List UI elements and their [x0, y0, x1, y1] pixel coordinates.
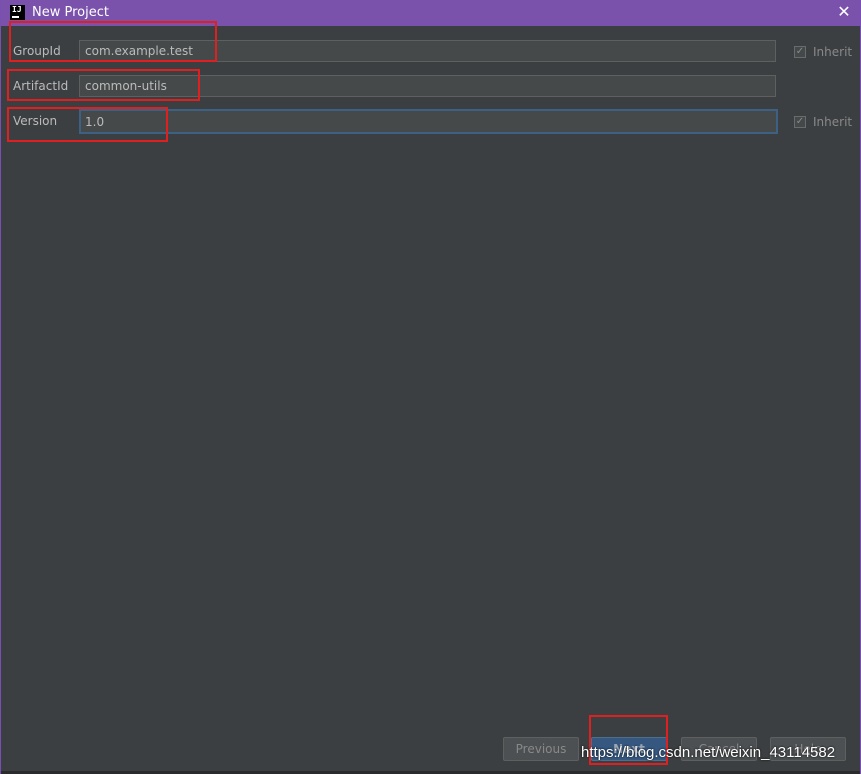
groupid-input[interactable] — [79, 40, 776, 62]
artifactid-label: ArtifactId — [13, 79, 69, 93]
previous-button[interactable]: Previous — [503, 737, 579, 761]
version-label: Version — [13, 114, 58, 128]
next-button[interactable]: Next — [591, 737, 667, 761]
close-icon[interactable]: ✕ — [836, 4, 852, 20]
new-project-dialog: IJ New Project ✕ GroupId ✓ Inherit Artif… — [0, 0, 861, 774]
cancel-button[interactable]: Cancel — [681, 737, 757, 761]
groupid-inherit-label: Inherit — [813, 45, 853, 59]
artifactid-input[interactable] — [79, 75, 776, 97]
window-title: New Project — [32, 5, 109, 20]
groupid-label: GroupId — [13, 44, 61, 58]
version-inherit-checkbox[interactable]: ✓ — [794, 116, 806, 128]
title-bar: IJ New Project ✕ — [1, 0, 860, 26]
version-inherit-label: Inherit — [813, 115, 853, 129]
version-input[interactable] — [79, 109, 778, 134]
help-button[interactable]: Help — [770, 737, 846, 761]
groupid-inherit-checkbox[interactable]: ✓ — [794, 46, 806, 58]
intellij-logo-icon: IJ — [10, 5, 25, 20]
